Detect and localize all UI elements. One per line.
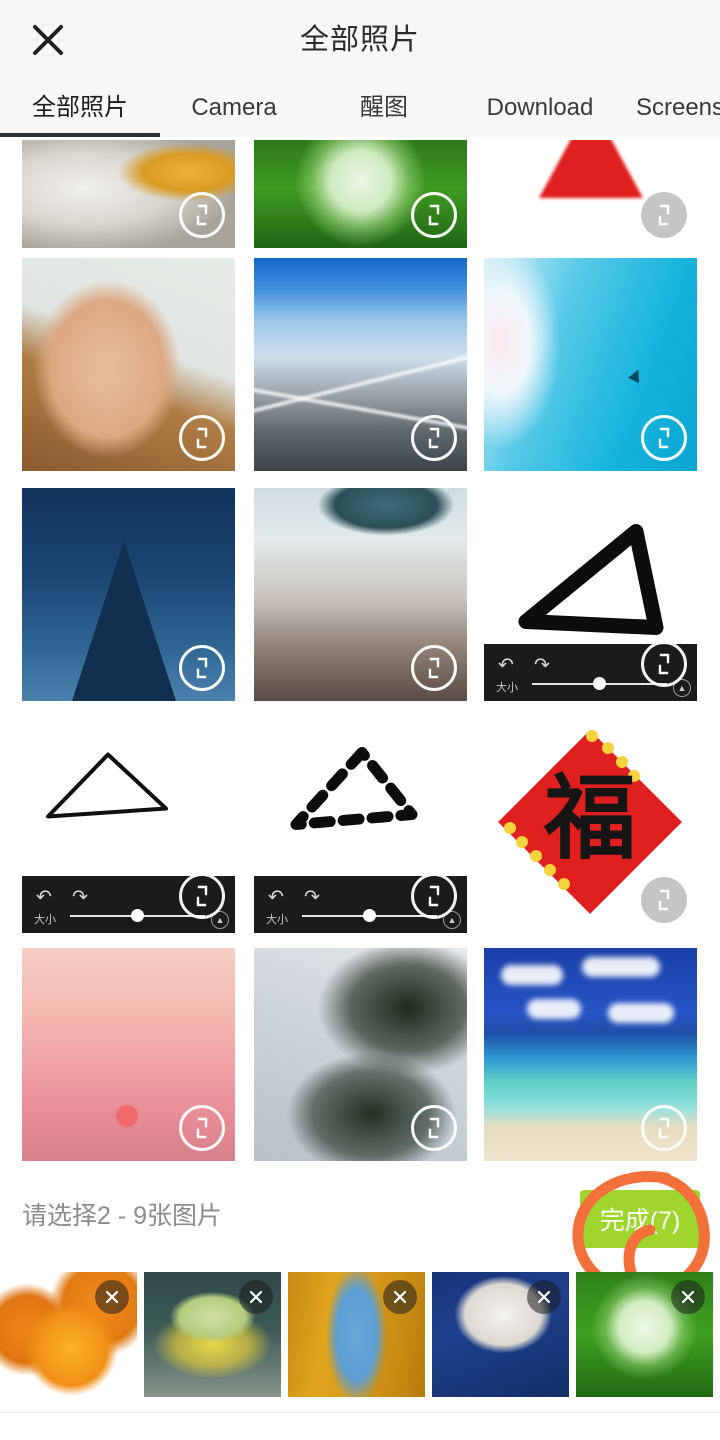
thumbnail-image <box>254 948 467 1161</box>
remove-selection-icon[interactable] <box>95 1280 129 1314</box>
remove-selection-icon[interactable] <box>527 1280 561 1314</box>
autumn-leaves-thumb[interactable] <box>288 1272 425 1397</box>
thumbnail-image <box>484 258 697 471</box>
remove-selection-icon[interactable] <box>383 1280 417 1314</box>
expand-icon[interactable] <box>179 192 225 238</box>
tab-label: Download <box>486 94 594 121</box>
svg-text:福: 福 <box>543 768 636 870</box>
done-button[interactable]: 完成(7) <box>580 1190 700 1248</box>
dashed-triangle-drawing[interactable]: ↶ ↷ 大小 ▲ <box>254 718 467 933</box>
tab-4[interactable]: Screens <box>620 80 720 137</box>
expand-icon[interactable] <box>641 877 687 923</box>
tab-3[interactable]: Download <box>460 80 620 137</box>
expand-icon[interactable] <box>411 415 457 461</box>
expand-icon[interactable] <box>641 192 687 238</box>
redo-icon[interactable]: ↷ <box>534 654 550 677</box>
thumbnail-image <box>22 258 235 471</box>
expand-icon[interactable] <box>411 1105 457 1151</box>
undo-icon[interactable]: ↶ <box>36 886 52 909</box>
expand-icon[interactable] <box>641 641 687 687</box>
size-slider-knob[interactable] <box>362 909 376 922</box>
thumbnail-image: ↶ ↷ 大小 ▲ <box>254 718 467 933</box>
thumbnail-image <box>22 948 235 1161</box>
expand-icon[interactable] <box>179 415 225 461</box>
size-slider-label: 大小 <box>266 914 288 926</box>
expand-icon[interactable] <box>411 645 457 691</box>
thumbnail-image <box>254 258 467 471</box>
thumbnail-image: 福 <box>484 718 697 933</box>
tab-0[interactable]: 全部照片 <box>0 80 160 137</box>
thumbnail-image <box>254 488 467 701</box>
expand-icon[interactable] <box>179 645 225 691</box>
eagle-portrait-thumb[interactable] <box>432 1272 569 1397</box>
photo-picker-screen: 全部照片 全部照片 Camera 醒图 Download Screens ↶ ↷ 大小 ▲ ↶ ↷… <box>0 0 720 1440</box>
thumbnail-image: ↶ ↷ 大小 ▲ <box>22 718 235 933</box>
footer-divider <box>0 1412 720 1413</box>
thumbnail-image <box>254 140 467 248</box>
selection-hint: 请选择2 - 9张图片 <box>22 1202 223 1230</box>
size-slider-label: 大小 <box>34 914 56 926</box>
fu-character-image[interactable]: 福 <box>484 718 697 933</box>
expand-icon[interactable] <box>641 415 687 461</box>
tab-1[interactable]: Camera <box>160 80 308 137</box>
tab-label: 醒图 <box>360 94 408 121</box>
expand-icon[interactable] <box>641 1105 687 1151</box>
thumbnail-image <box>484 948 697 1161</box>
remove-selection-icon[interactable] <box>239 1280 273 1314</box>
eagle-head-photo[interactable] <box>22 140 235 248</box>
tree-leaves-photo[interactable] <box>254 948 467 1161</box>
tab-active-underline <box>0 133 160 137</box>
redo-icon[interactable]: ↷ <box>72 886 88 909</box>
misty-rocks-photo[interactable] <box>254 488 467 701</box>
size-slider-label: 大小 <box>496 682 518 694</box>
starry-night-tree-photo[interactable] <box>22 488 235 701</box>
birds-sunset-photo[interactable] <box>22 948 235 1161</box>
red-triangle-drawing[interactable] <box>484 140 697 248</box>
dandelion-photo[interactable] <box>254 140 467 248</box>
thumbnail-image: ↶ ↷ 大小 ▲ <box>484 488 697 701</box>
size-slider-knob[interactable] <box>592 677 606 690</box>
photo-grid[interactable]: ↶ ↷ 大小 ▲ ↶ ↷ 大小 ▲ ↶ ↷ 大小 ▲ 福 <box>0 140 720 1180</box>
dandelion-thumb[interactable] <box>576 1272 713 1397</box>
size-slider-knob[interactable] <box>130 909 144 922</box>
snow-road-photo[interactable] <box>254 258 467 471</box>
hand-photo[interactable] <box>22 258 235 471</box>
tab-2[interactable]: 醒图 <box>308 80 460 137</box>
redo-icon[interactable]: ↷ <box>304 886 320 909</box>
album-tab-bar[interactable]: 全部照片 Camera 醒图 Download Screens <box>0 80 720 137</box>
tab-label: 全部照片 <box>32 94 128 121</box>
thumbnail-image <box>22 140 235 248</box>
thumbnail-image <box>484 140 697 248</box>
expand-icon[interactable] <box>411 873 457 919</box>
tab-label: Screens <box>635 94 720 121</box>
bold-triangle-drawing[interactable]: ↶ ↷ 大小 ▲ <box>484 488 697 701</box>
selection-footer: 请选择2 - 9张图片 完成(7) <box>0 1171 720 1440</box>
expand-icon[interactable] <box>179 1105 225 1151</box>
turquoise-wave-photo[interactable] <box>484 258 697 471</box>
undo-icon[interactable]: ↶ <box>268 886 284 909</box>
beach-painting[interactable] <box>484 948 697 1161</box>
undo-icon[interactable]: ↶ <box>498 654 514 677</box>
remove-selection-icon[interactable] <box>671 1280 705 1314</box>
tab-label: Camera <box>191 94 277 121</box>
lotus-pod-thumb[interactable] <box>144 1272 281 1397</box>
selected-thumbnails-strip[interactable] <box>0 1272 720 1402</box>
header-bar: 全部照片 <box>0 0 720 80</box>
expand-icon[interactable] <box>411 192 457 238</box>
page-title: 全部照片 <box>299 24 420 56</box>
orange-fruit-thumb[interactable] <box>0 1272 137 1397</box>
thumbnail-image <box>22 488 235 701</box>
thin-triangle-drawing[interactable]: ↶ ↷ 大小 ▲ <box>22 718 235 933</box>
expand-icon[interactable] <box>179 873 225 919</box>
